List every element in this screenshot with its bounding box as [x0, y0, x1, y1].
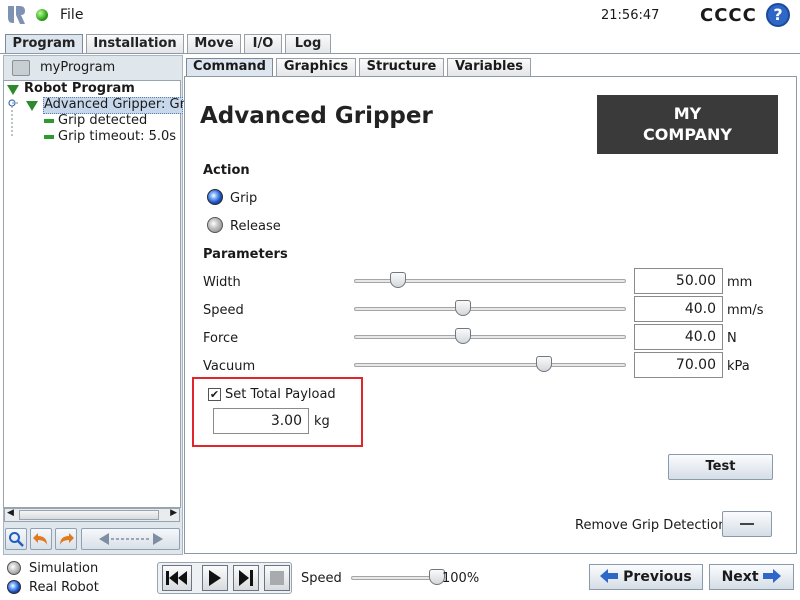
tab-command[interactable]: Command	[186, 58, 273, 76]
page-title: Advanced Gripper	[200, 103, 433, 129]
command-node-icon	[44, 119, 54, 123]
tab-graphics[interactable]: Graphics	[276, 58, 356, 76]
grip-radio-label: Grip	[230, 191, 258, 206]
force-slider[interactable]	[354, 335, 626, 339]
speed-field[interactable]: 40.0	[634, 296, 723, 322]
minus-icon	[740, 523, 754, 525]
force-field[interactable]: 40.0	[634, 324, 723, 350]
remove-grip-detection-label: Remove Grip Detection	[575, 518, 727, 533]
ur-logo-icon	[5, 4, 27, 26]
undo-button[interactable]	[30, 528, 52, 550]
move-arrows-icon	[98, 533, 163, 545]
stop-icon	[270, 571, 284, 585]
tab-divider	[0, 53, 800, 54]
tab-move[interactable]: Move	[187, 34, 241, 53]
tab-installation[interactable]: Installation	[86, 34, 184, 53]
remove-grip-detection-button[interactable]	[722, 511, 772, 537]
test-button[interactable]: Test	[668, 454, 773, 480]
file-menu[interactable]: File	[60, 7, 83, 23]
program-name: myProgram	[40, 60, 116, 75]
simulation-radio[interactable]	[7, 561, 21, 575]
force-unit: N	[727, 331, 737, 346]
arrow-left-icon	[600, 569, 619, 583]
tree-node-advanced-gripper[interactable]: Advanced Gripper: Gri	[44, 97, 189, 112]
play-button[interactable]	[202, 565, 228, 591]
expand-triangle-icon[interactable]	[7, 85, 19, 95]
speed-percentage: 100%	[442, 571, 480, 586]
command-node-icon	[44, 135, 54, 139]
tab-program[interactable]: Program	[5, 34, 83, 54]
grip-radio[interactable]	[207, 189, 223, 205]
step-button[interactable]	[233, 565, 259, 591]
search-icon	[9, 532, 24, 547]
scroll-right-icon[interactable]: ▶	[170, 508, 177, 518]
vacuum-field[interactable]: 70.00	[634, 352, 723, 378]
tab-io[interactable]: I/O	[244, 34, 282, 53]
vacuum-slider[interactable]	[354, 363, 626, 367]
rewind-button[interactable]	[162, 565, 192, 591]
vacuum-label: Vacuum	[203, 359, 256, 374]
width-label: Width	[203, 275, 241, 290]
tree-connector-icon	[8, 99, 20, 138]
stop-button[interactable]	[264, 565, 290, 591]
clock: 21:56:47	[601, 8, 660, 23]
tree-node-grip-timeout[interactable]: Grip timeout: 5.0s	[58, 129, 176, 144]
speed-label: Speed	[203, 303, 244, 318]
set-total-payload-checkbox[interactable]: ✔	[208, 388, 221, 401]
width-slider-thumb[interactable]	[389, 272, 406, 288]
release-radio-label: Release	[230, 219, 281, 234]
payload-field[interactable]: 3.00	[213, 408, 309, 434]
arrow-right-icon	[763, 569, 782, 583]
release-radio[interactable]	[207, 217, 223, 233]
redo-icon	[60, 533, 74, 545]
expand-triangle-icon[interactable]	[26, 101, 38, 111]
width-field[interactable]: 50.00	[634, 268, 723, 294]
next-button-label: Next	[721, 569, 759, 585]
rewind-icon	[166, 571, 187, 585]
speed-slider-thumb[interactable]	[454, 300, 471, 316]
company-logo: MY COMPANY	[597, 95, 778, 154]
tab-log[interactable]: Log	[285, 34, 331, 53]
scrollbar-thumb[interactable]	[19, 510, 159, 520]
company-logo-line2: COMPANY	[643, 125, 732, 144]
program-file-icon	[12, 60, 30, 76]
next-button[interactable]: Next	[709, 564, 794, 590]
search-button[interactable]	[5, 528, 27, 550]
speed-slider[interactable]	[354, 307, 626, 311]
simulation-label: Simulation	[29, 561, 99, 576]
width-unit: mm	[727, 275, 753, 290]
tree-root-robot-program[interactable]: Robot Program	[24, 81, 135, 96]
tab-structure[interactable]: Structure	[359, 58, 444, 76]
redo-button[interactable]	[55, 528, 77, 550]
help-icon[interactable]: ?	[766, 3, 790, 27]
top-bar	[0, 0, 800, 32]
force-label: Force	[203, 331, 239, 346]
parameters-heading: Parameters	[203, 247, 288, 262]
tree-horizontal-scrollbar[interactable]: ◀ ▶	[4, 508, 180, 522]
global-speed-slider[interactable]	[351, 576, 437, 580]
tree-node-grip-detected[interactable]: Grip detected	[58, 113, 147, 128]
speed-unit: mm/s	[727, 303, 764, 318]
vacuum-unit: kPa	[727, 359, 750, 374]
set-total-payload-label: Set Total Payload	[225, 387, 336, 402]
program-tree[interactable]	[3, 80, 181, 508]
previous-button[interactable]: Previous	[589, 564, 703, 590]
previous-button-label: Previous	[623, 569, 692, 585]
real-robot-radio[interactable]	[7, 580, 21, 594]
company-logo-line1: MY	[673, 104, 702, 123]
speed-slider-label: Speed	[301, 571, 342, 586]
tab-variables[interactable]: Variables	[447, 58, 531, 76]
play-icon	[209, 570, 221, 586]
force-slider-thumb[interactable]	[454, 328, 471, 344]
scroll-left-icon[interactable]: ◀	[7, 508, 14, 518]
action-heading: Action	[203, 163, 250, 178]
move-node-button[interactable]	[81, 528, 180, 550]
step-icon	[239, 570, 253, 586]
payload-unit: kg	[314, 414, 330, 429]
robot-name: CCCC	[700, 5, 757, 26]
status-indicator-icon	[36, 9, 48, 21]
undo-icon	[33, 533, 47, 545]
real-robot-label: Real Robot	[29, 580, 99, 595]
